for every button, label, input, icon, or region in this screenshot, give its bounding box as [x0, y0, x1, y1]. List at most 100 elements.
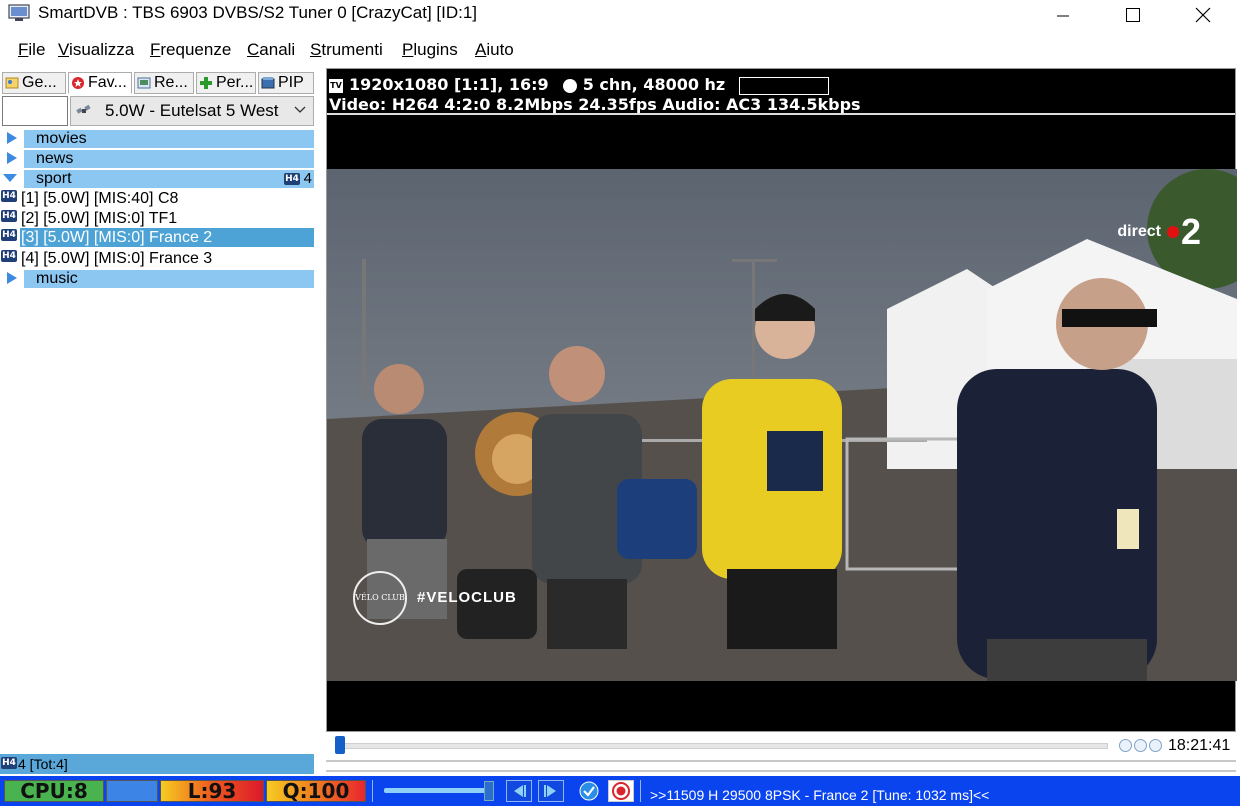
hd-badge-icon: H4: [1, 757, 17, 769]
status-bar: CPU:8 L:93 Q:100 >>11509 H 29500 8PSK - …: [0, 776, 1240, 806]
channel-label: [1] [5.0W] [MIS:40] C8: [21, 190, 179, 207]
cpu-meter: CPU:8: [4, 780, 104, 802]
stop-button[interactable]: [1149, 739, 1162, 752]
group-movies[interactable]: movies: [0, 129, 314, 148]
menu-plugins[interactable]: Plugins: [402, 40, 458, 60]
pause-button[interactable]: [1134, 739, 1147, 752]
osd-empty-box: [739, 76, 830, 95]
record-icon: [612, 782, 630, 800]
guide-icon: [5, 77, 19, 89]
tab-recordings[interactable]: Re...: [134, 72, 194, 94]
channel-label: [2] [5.0W] [MIS:0] TF1: [21, 210, 178, 227]
satellite-icon: [76, 104, 91, 114]
channel-watermark: direct 2: [1117, 211, 1201, 253]
channel-count-footer: H4 4 [Tot:4]: [0, 754, 314, 774]
tab-favorites[interactable]: Fav...: [68, 72, 132, 94]
maximize-icon: [1126, 8, 1140, 22]
channel-row[interactable]: H4 [2] [5.0W] [MIS:0] TF1: [0, 209, 314, 229]
velo-club-logo-text: VÉLO CLUB: [355, 593, 405, 602]
group-label: news: [36, 150, 74, 167]
expand-arrow-icon: [7, 272, 17, 284]
smartdvb-app-icon: [8, 4, 30, 21]
checkmark-badge-icon: [579, 781, 599, 801]
next-channel-button[interactable]: [538, 780, 564, 802]
osd-video-line: Video: H264 4:2:0 8.2Mbps 24.35fps Audio…: [329, 95, 861, 114]
divider: [372, 780, 373, 802]
menu-canali[interactable]: Canali: [247, 40, 295, 60]
group-news[interactable]: news: [0, 149, 314, 168]
collapse-arrow-icon: [3, 174, 17, 182]
menu-frequenze[interactable]: Frequenze: [150, 40, 231, 60]
record-button[interactable]: [608, 780, 634, 802]
osd-resolution: 1920x1080 [1:1], 16:9: [349, 75, 549, 94]
tab-personal-label: Per...: [216, 74, 254, 91]
channel-row[interactable]: H4 [4] [5.0W] [MIS:0] France 3: [0, 249, 314, 269]
maximize-button[interactable]: [1098, 0, 1168, 30]
menu-bar: File Visualizza Frequenze Canali Strumen…: [0, 36, 1240, 66]
menu-aiuto[interactable]: Aiuto: [475, 40, 514, 60]
menu-visualizza[interactable]: Visualizza: [58, 40, 134, 60]
plus-icon: [200, 77, 212, 89]
quality-meter: Q:100: [266, 780, 366, 802]
video-frame: direct 2 VÉLO CLUB #VELOCLUB: [327, 169, 1237, 681]
hashtag-overlay: #VELOCLUB: [417, 589, 517, 606]
title-bar: SmartDVB : TBS 6903 DVBS/S2 Tuner 0 [Cra…: [0, 0, 1240, 30]
hd-badge-icon: H4: [1, 229, 17, 241]
tab-guide-label: Ge...: [22, 74, 57, 91]
tv-icon: TV: [329, 78, 343, 93]
panel-tabs: Ge... Fav... Re... Per... PIP: [2, 72, 316, 94]
satellite-select[interactable]: 5.0W - Eutelsat 5 West: [70, 96, 314, 126]
volume-slider[interactable]: [384, 788, 494, 793]
tab-pip-label: PIP: [278, 74, 304, 91]
menu-strumenti[interactable]: Strumenti: [310, 40, 383, 60]
live-dot-icon: [1166, 226, 1179, 238]
expand-arrow-icon: [7, 152, 17, 164]
channel-search-input[interactable]: [2, 96, 68, 126]
channel-panel: Ge... Fav... Re... Per... PIP 5.0W - Eut…: [0, 68, 318, 776]
osd-divider: [327, 113, 1235, 115]
group-label: music: [36, 270, 78, 287]
channel-label: [4] [5.0W] [MIS:0] France 3: [21, 250, 213, 267]
hd-badge-icon: H4: [1, 190, 17, 202]
prev-channel-button[interactable]: [506, 780, 532, 802]
divider: [326, 770, 1236, 772]
satellite-selected-value: 5.0W - Eutelsat 5 West: [105, 101, 279, 120]
level-meter: L:93: [160, 780, 264, 802]
tab-personal[interactable]: Per...: [196, 72, 256, 94]
tab-guide[interactable]: Ge...: [2, 72, 66, 94]
channel-row[interactable]: H4 [1] [5.0W] [MIS:40] C8: [0, 189, 314, 209]
menu-file[interactable]: File: [18, 40, 45, 60]
video-panel[interactable]: TV 1920x1080 [1:1], 16:9 5 chn, 48000 hz V…: [326, 68, 1237, 732]
close-icon: [1195, 7, 1211, 23]
channel-label: [3] [5.0W] [MIS:0] France 2: [20, 228, 314, 247]
play-button[interactable]: [1119, 739, 1132, 752]
volume-thumb[interactable]: [484, 781, 494, 801]
group-music[interactable]: music: [0, 269, 314, 288]
verified-button[interactable]: [576, 780, 602, 802]
velo-club-logo: VÉLO CLUB: [353, 571, 407, 625]
window-title: SmartDVB : TBS 6903 DVBS/S2 Tuner 0 [Cra…: [38, 3, 478, 22]
audio-info-icon: [562, 78, 577, 93]
group-sport[interactable]: sport H4 4: [0, 169, 314, 188]
minimize-button[interactable]: [1028, 0, 1098, 30]
timeshift-time: 18:21:41: [1168, 737, 1231, 754]
step-back-icon: [514, 785, 526, 797]
group-label: sport: [36, 170, 72, 187]
divider: [326, 760, 1236, 762]
channel-row-selected[interactable]: H4 [3] [5.0W] [MIS:0] France 2: [0, 228, 314, 248]
close-button[interactable]: [1168, 0, 1238, 30]
osd-audio-channels: 5 chn, 48000 hz: [582, 75, 726, 94]
seek-bar: 18:21:41: [326, 734, 1236, 758]
minimize-icon: [1057, 15, 1069, 17]
tab-favorites-label: Fav...: [88, 74, 127, 91]
seek-track[interactable]: [340, 743, 1108, 749]
recordings-icon: [137, 77, 151, 89]
watermark-text: direct: [1117, 223, 1161, 241]
seek-thumb[interactable]: [335, 736, 345, 754]
tab-recordings-label: Re...: [154, 74, 188, 91]
hd-badge-icon: H4: [1, 250, 17, 262]
channel-total: 4 [Tot:4]: [18, 756, 68, 772]
expand-arrow-icon: [7, 132, 17, 144]
group-count: 4: [303, 170, 312, 187]
tab-pip[interactable]: PIP: [258, 72, 314, 94]
